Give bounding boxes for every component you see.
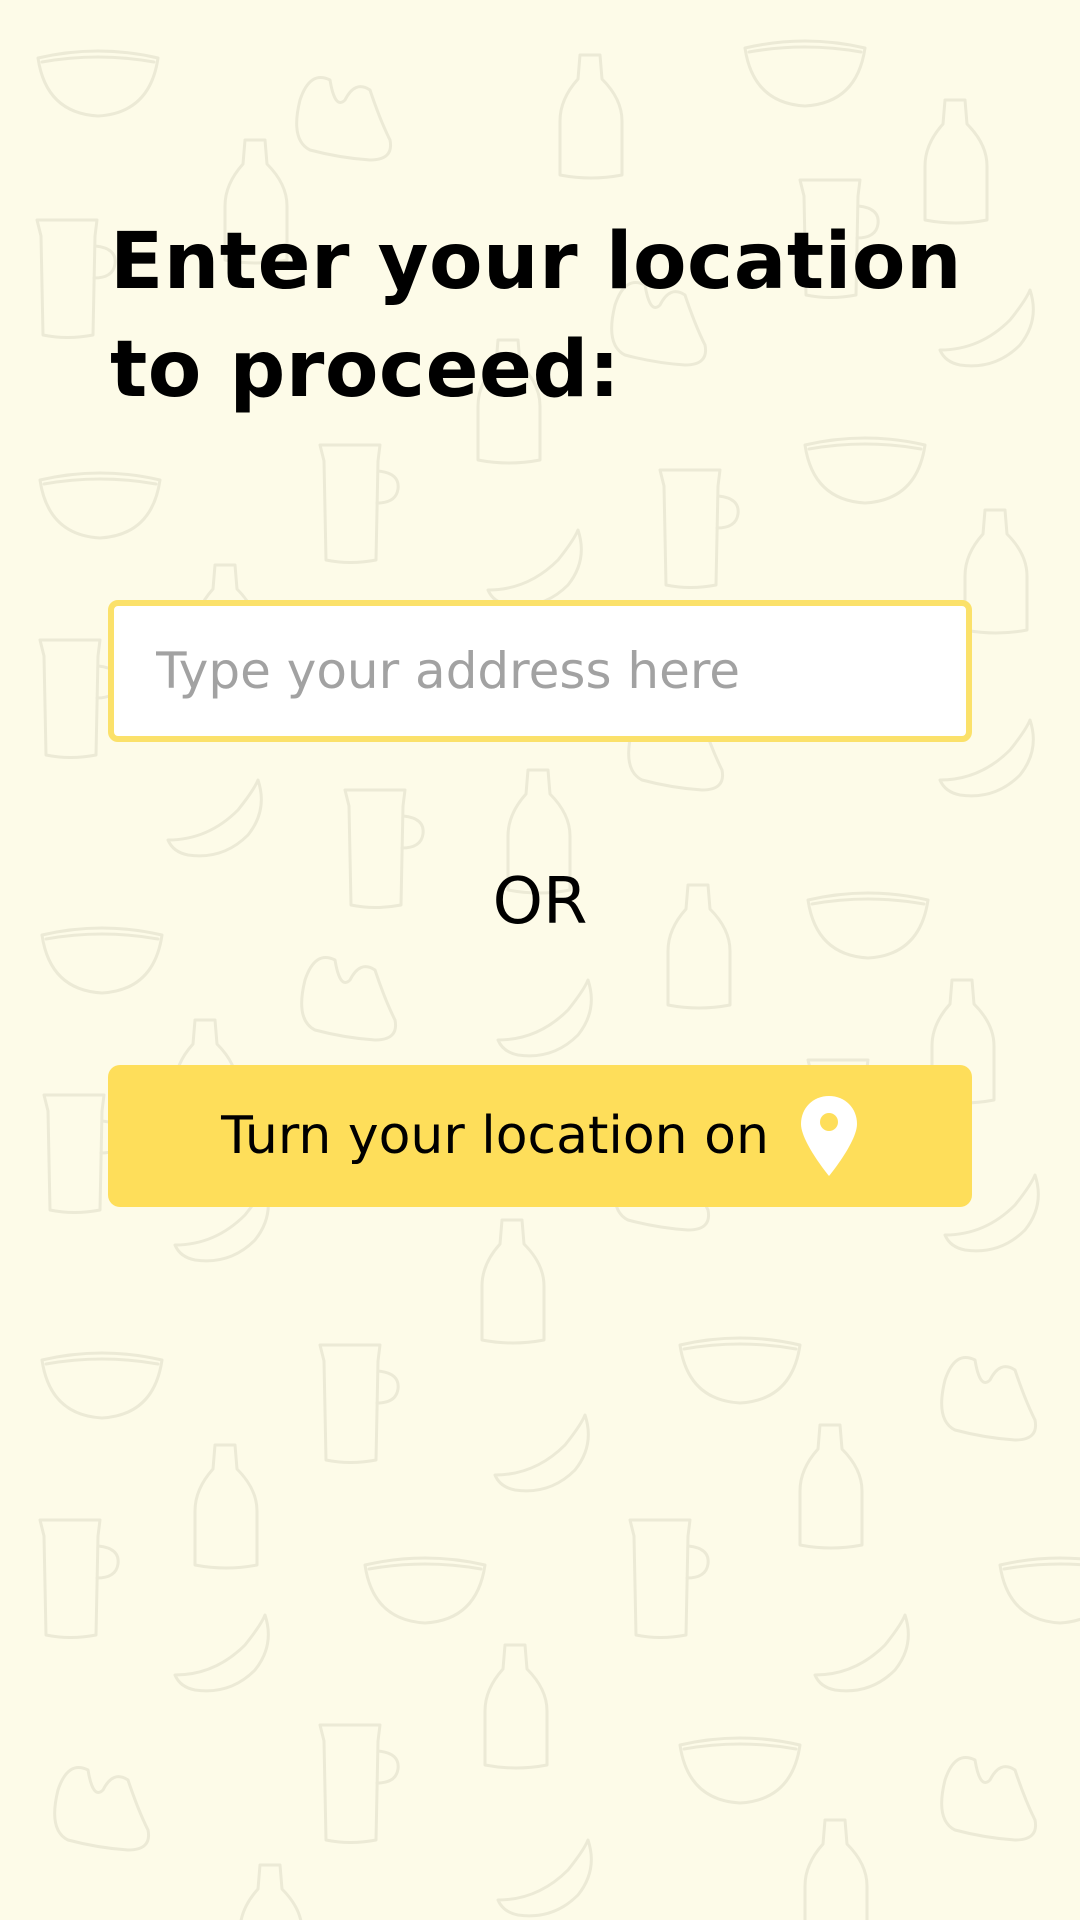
turn-location-on-button[interactable]: Turn your location on (108, 1065, 972, 1207)
page-title: Enter your location to proceed: (110, 217, 963, 415)
turn-location-on-label: Turn your location on (221, 1106, 769, 1166)
or-divider: OR (492, 865, 588, 939)
address-field-container[interactable] (108, 600, 972, 742)
location-pin-icon (800, 1096, 857, 1176)
location-screen: Enter your location to proceed: OR Turn … (0, 0, 1080, 1920)
address-input[interactable] (114, 606, 966, 736)
